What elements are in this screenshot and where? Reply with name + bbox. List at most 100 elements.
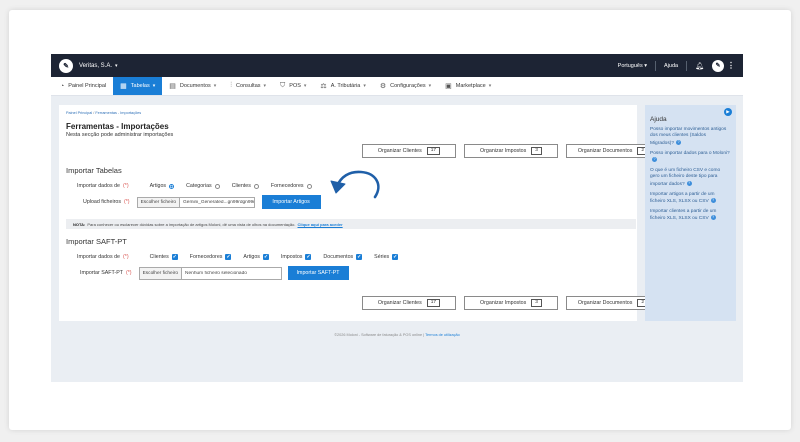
count-badge: 3 [531, 299, 542, 307]
label-text: Importar SAFT-PT [80, 270, 123, 276]
breadcrumb: Painel Principal / Ferramentas - Importa… [66, 111, 141, 115]
terms-link[interactable]: Termos de utilização [425, 333, 460, 337]
chevron-down-icon: ▾ [488, 83, 492, 89]
dashboard-icon: ◔ [60, 82, 65, 90]
breadcrumb-current[interactable]: Ferramentas - Importações [95, 111, 141, 115]
organize-clients-button[interactable]: Organizar Clientes 17 [362, 144, 456, 158]
label-text: Importar dados de [77, 254, 120, 260]
breadcrumb-home-link[interactable]: Painel Principal [66, 111, 92, 115]
checkbox-documentos[interactable]: Documentos ✓ [323, 254, 363, 260]
nav-item-marketplace[interactable]: ▣ Marketplace ▾ [438, 77, 498, 95]
checkbox-fornecedores[interactable]: Fornecedores ✓ [190, 254, 232, 260]
choose-file-button[interactable]: Escolher ficheiro [137, 197, 181, 207]
footer: ©2026 Moloni - Software de faturação & P… [51, 333, 743, 337]
nav-item-a-tributaria[interactable]: ⚖ A. Tributária ▾ [313, 77, 372, 95]
import-data-label: Importar dados de (*) [77, 254, 129, 260]
saft-file-label: Importar SAFT-PT (*) [80, 270, 132, 276]
help-item[interactable]: Importar artigos a partir de um ficheiro… [650, 192, 731, 205]
help-item[interactable]: O que é um ficheiro CSV e como gero um f… [650, 168, 731, 188]
company-selector[interactable]: Veritas, S.A. ▾ [79, 63, 118, 69]
main-content: Painel Principal / Ferramentas - Importa… [59, 105, 660, 321]
kebab-icon[interactable]: ⋮ [727, 61, 735, 70]
language-selector[interactable]: Português ▾ [618, 63, 647, 69]
count-badge: 17 [426, 299, 441, 307]
organize-clients-button[interactable]: Organizar Clientes 17 [362, 296, 456, 310]
checkbox-checked-icon: ✓ [171, 254, 178, 260]
choose-file-button[interactable]: Escolher ficheiro [139, 267, 183, 279]
radio-categorias[interactable]: Categorias [186, 183, 220, 189]
nav-item-label: Documentos [179, 83, 211, 89]
organize-taxes-button[interactable]: Organizar Impostos 3 [464, 296, 558, 310]
radio-clientes[interactable]: Clientes [232, 183, 259, 189]
pos-icon: ⛉ [280, 82, 286, 89]
nav-item-configuracoes[interactable]: ⚙ Configurações ▾ [373, 77, 438, 95]
import-tables-type-row: Importar dados de (*) Artigos Categorias … [77, 183, 324, 189]
bell-icon[interactable]: 🔔︎ [695, 62, 704, 70]
organize-taxes-button[interactable]: Organizar Impostos 3 [464, 144, 558, 158]
button-label: Organizar Clientes [377, 300, 422, 306]
checkbox-series[interactable]: Séries ✓ [374, 254, 399, 260]
radio-fornecedores[interactable]: Fornecedores [271, 183, 312, 189]
radio-artigos[interactable]: Artigos [150, 183, 175, 189]
checkbox-impostos[interactable]: Impostos ✓ [281, 254, 312, 260]
checkbox-artigos[interactable]: Artigos ✓ [243, 254, 269, 260]
collapse-panel-icon[interactable]: ▶ [724, 108, 732, 116]
nav-item-pos[interactable]: ⛉ POS ▾ [273, 77, 313, 95]
note-text: Para conhecer ou esclarecer dúvidas sobr… [87, 221, 296, 227]
button-label: Organizar Clientes [377, 148, 422, 154]
nav-item-label: Configurações [390, 83, 426, 89]
import-saft-button[interactable]: Importar SAFT-PT [287, 266, 349, 280]
help-item[interactable]: Importar clientes a partir de um ficheir… [650, 209, 731, 222]
documentation-link[interactable]: Clique aqui para aceder [298, 222, 343, 227]
help-item-text: Importar clientes a partir de um ficheir… [650, 209, 717, 222]
nav-item-painel-principal[interactable]: ◔ Painel Principal [53, 77, 113, 95]
user-avatar[interactable]: ✎ [712, 59, 724, 72]
question-icon: ? [676, 139, 681, 145]
radio-icon [253, 183, 259, 189]
file-input[interactable]: Escolher ficheiro Gemini_Generated...gn9… [136, 196, 255, 208]
count-badge: 17 [426, 147, 441, 155]
upload-label: Upload ficheiros (*) [77, 199, 130, 205]
question-icon: ? [652, 156, 657, 162]
chevron-down-icon: ▾ [263, 83, 267, 89]
required-marker: (*) [125, 270, 132, 276]
saft-file-input[interactable]: Escolher ficheiro Nenhum ficheiro seleci… [138, 266, 282, 280]
settings-icon: ⚙ [379, 83, 387, 90]
checkbox-clientes[interactable]: Clientes ✓ [150, 254, 178, 260]
import-data-label: Importar dados de (*) [77, 183, 129, 189]
document-icon: ▤ [169, 83, 176, 90]
help-item-text: Posso importar dados para o Moloni? [650, 150, 730, 156]
nav-item-consultas[interactable]: ⫶ Consultas ▾ [223, 77, 273, 95]
help-link[interactable]: Ajuda [664, 63, 678, 69]
button-label: Organizar Impostos [480, 300, 527, 306]
option-label: Impostos [280, 254, 303, 260]
table-icon: ▦ [120, 83, 127, 90]
import-saft-type-row: Importar dados de (*) Clientes ✓ Fornecedo… [77, 254, 410, 260]
chevron-down-icon: ▾ [363, 83, 366, 89]
top-bar: ✎ Veritas, S.A. ▾ Português ▾ Ajuda 🔔︎ ✎ … [51, 54, 743, 77]
nav-item-label: Consultas [236, 83, 261, 89]
help-item[interactable]: Posso importar movimentos antigos dos me… [650, 127, 731, 147]
import-saft-title: Importar SAFT-PT [66, 237, 127, 246]
question-icon: ? [710, 215, 716, 221]
import-artigos-button[interactable]: Importar Artigos [261, 195, 321, 209]
help-item-text: Posso importar movimentos antigos dos me… [650, 127, 727, 146]
nav-item-documentos[interactable]: ▤ Documentos ▾ [162, 77, 223, 95]
option-label: Artigos [243, 254, 260, 260]
organize-buttons-bottom: Organizar Clientes 17 Organizar Impostos 3… [362, 296, 660, 310]
checkbox-checked-icon: ✓ [305, 254, 312, 260]
marketplace-icon: ▣ [445, 83, 452, 90]
company-name: Veritas, S.A. [79, 62, 113, 69]
chevron-down-icon: ▾ [152, 83, 156, 89]
label-text: Importar dados de [77, 183, 120, 189]
option-label: Documentos [323, 254, 354, 260]
required-marker: (*) [123, 254, 129, 260]
help-item[interactable]: Posso importar dados para o Moloni?? [650, 151, 731, 164]
checkbox-checked-icon: ✓ [225, 254, 232, 260]
radio-icon [214, 183, 220, 189]
nav-item-tabelas[interactable]: ▦ Tabelas ▾ [113, 77, 163, 95]
file-name: Nenhum ficheiro selecionado [185, 270, 247, 276]
radio-icon [306, 183, 312, 189]
company-logo-icon[interactable]: ✎ [59, 58, 73, 73]
app-window: ✎ Veritas, S.A. ▾ Português ▾ Ajuda 🔔︎ ✎ … [51, 54, 743, 382]
